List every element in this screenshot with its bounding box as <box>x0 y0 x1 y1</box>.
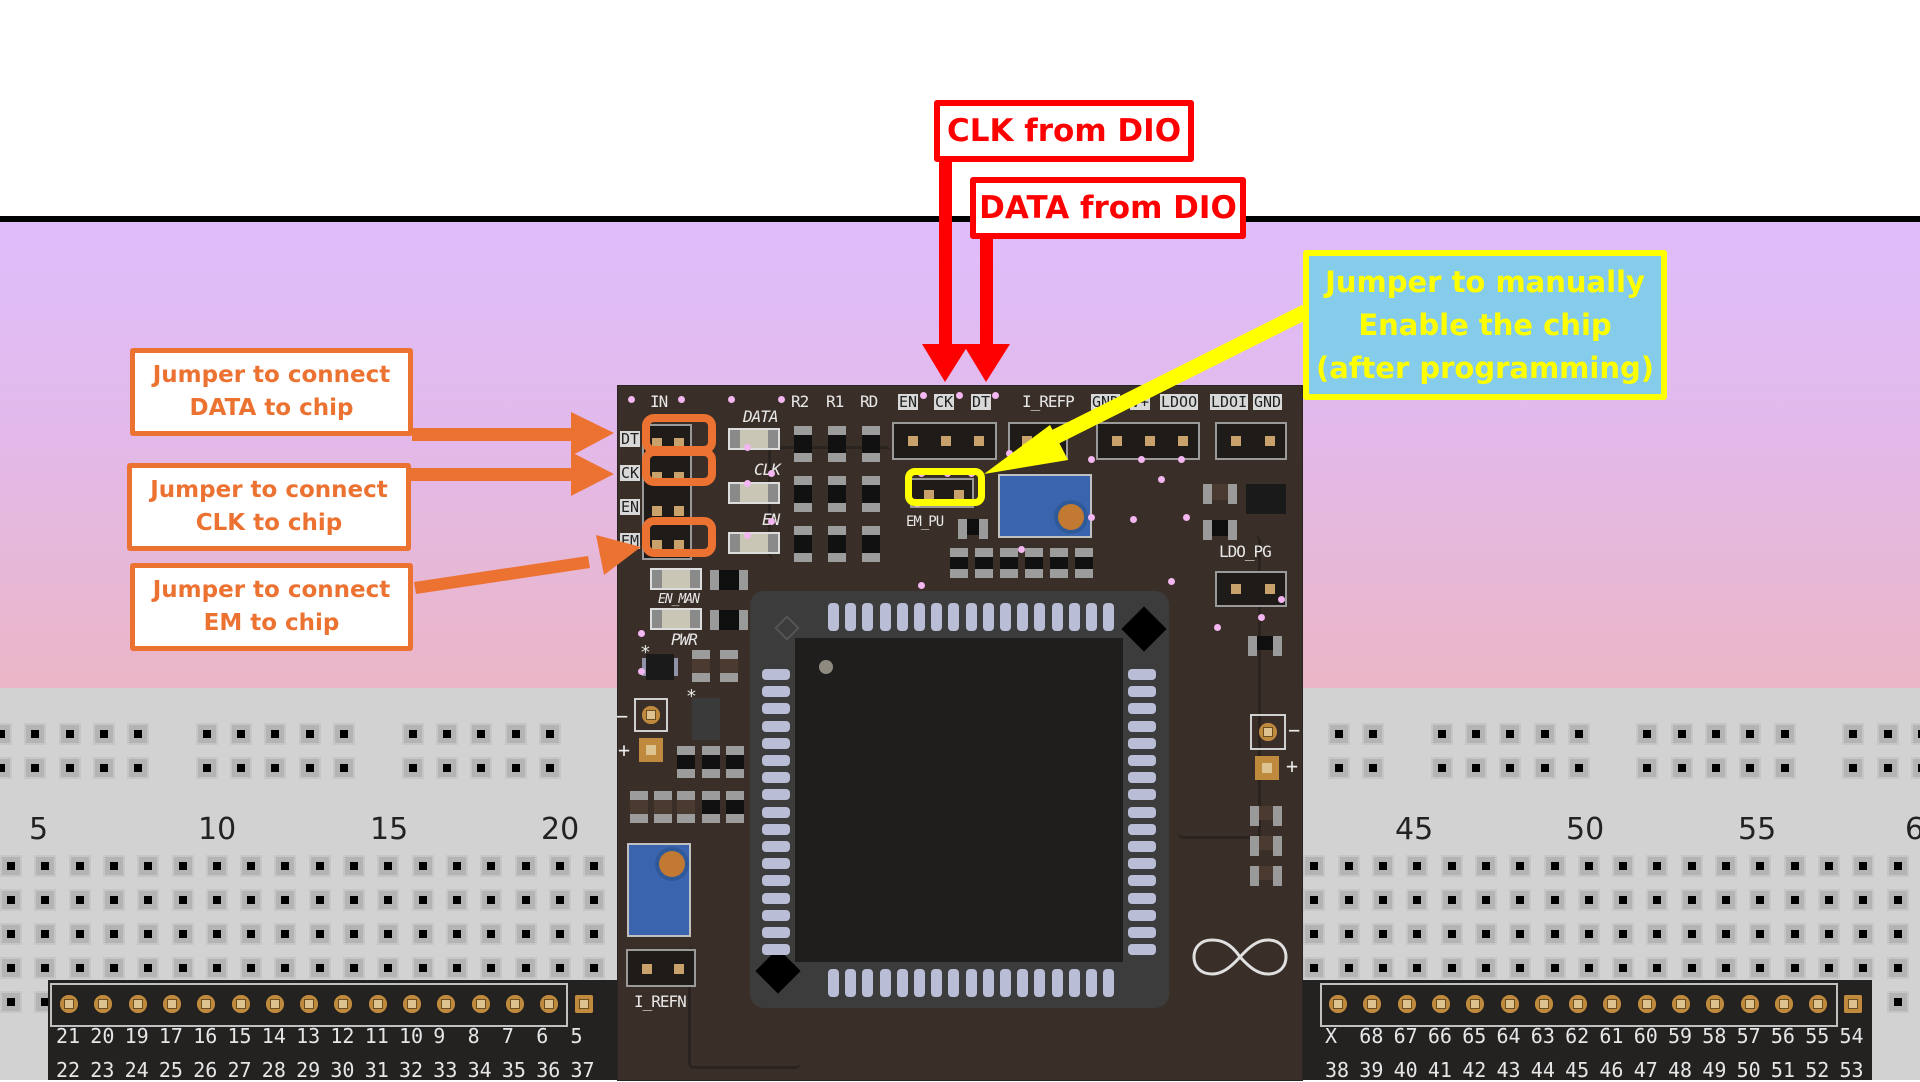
callout-line: EM to chip <box>203 610 340 636</box>
arrow-data-jumper-shaft <box>412 428 574 441</box>
arrow-data-shaft <box>980 236 993 346</box>
arrow-clk-head <box>922 344 969 382</box>
callout-line: Jumper to connect <box>152 362 391 388</box>
callout-line: Jumper to manually <box>1325 264 1645 299</box>
highlight-em-jumper <box>642 517 716 557</box>
highlight-clk-jumper <box>642 448 716 486</box>
arrow-clk-jumper-shaft <box>404 468 574 481</box>
arrow-clk-shaft <box>939 158 952 346</box>
callout-line: Jumper to connect <box>152 577 391 603</box>
highlight-enable-jumper <box>905 468 985 506</box>
callout-data-jumper: Jumper to connect DATA to chip <box>130 348 413 436</box>
callout-text: CLK from DIO <box>946 113 1182 149</box>
callout-line: Jumper to connect <box>150 477 388 503</box>
callout-clk-jumper: Jumper to connect CLK to chip <box>127 463 411 551</box>
callout-em-jumper: Jumper to connect EM to chip <box>130 563 413 651</box>
arrow-clk-jumper-head <box>571 452 614 496</box>
callout-clk-from-dio: CLK from DIO <box>934 100 1194 162</box>
arrow-em-jumper-head <box>596 535 641 575</box>
callout-line: DATA to chip <box>189 395 354 421</box>
callout-line: Enable the chip <box>1358 307 1612 342</box>
callout-line: (after programming) <box>1315 350 1655 385</box>
arrow-data-jumper-head <box>571 412 614 456</box>
callout-data-from-dio: DATA from DIO <box>970 177 1246 239</box>
arrow-enable-shaft <box>1022 305 1310 458</box>
callout-line: CLK to chip <box>195 510 343 536</box>
callout-enable-jumper: Jumper to manually Enable the chip (afte… <box>1303 250 1667 400</box>
arrow-em-jumper-shaft <box>414 556 590 594</box>
arrow-data-head <box>963 344 1010 382</box>
callout-text: DATA from DIO <box>979 190 1237 226</box>
